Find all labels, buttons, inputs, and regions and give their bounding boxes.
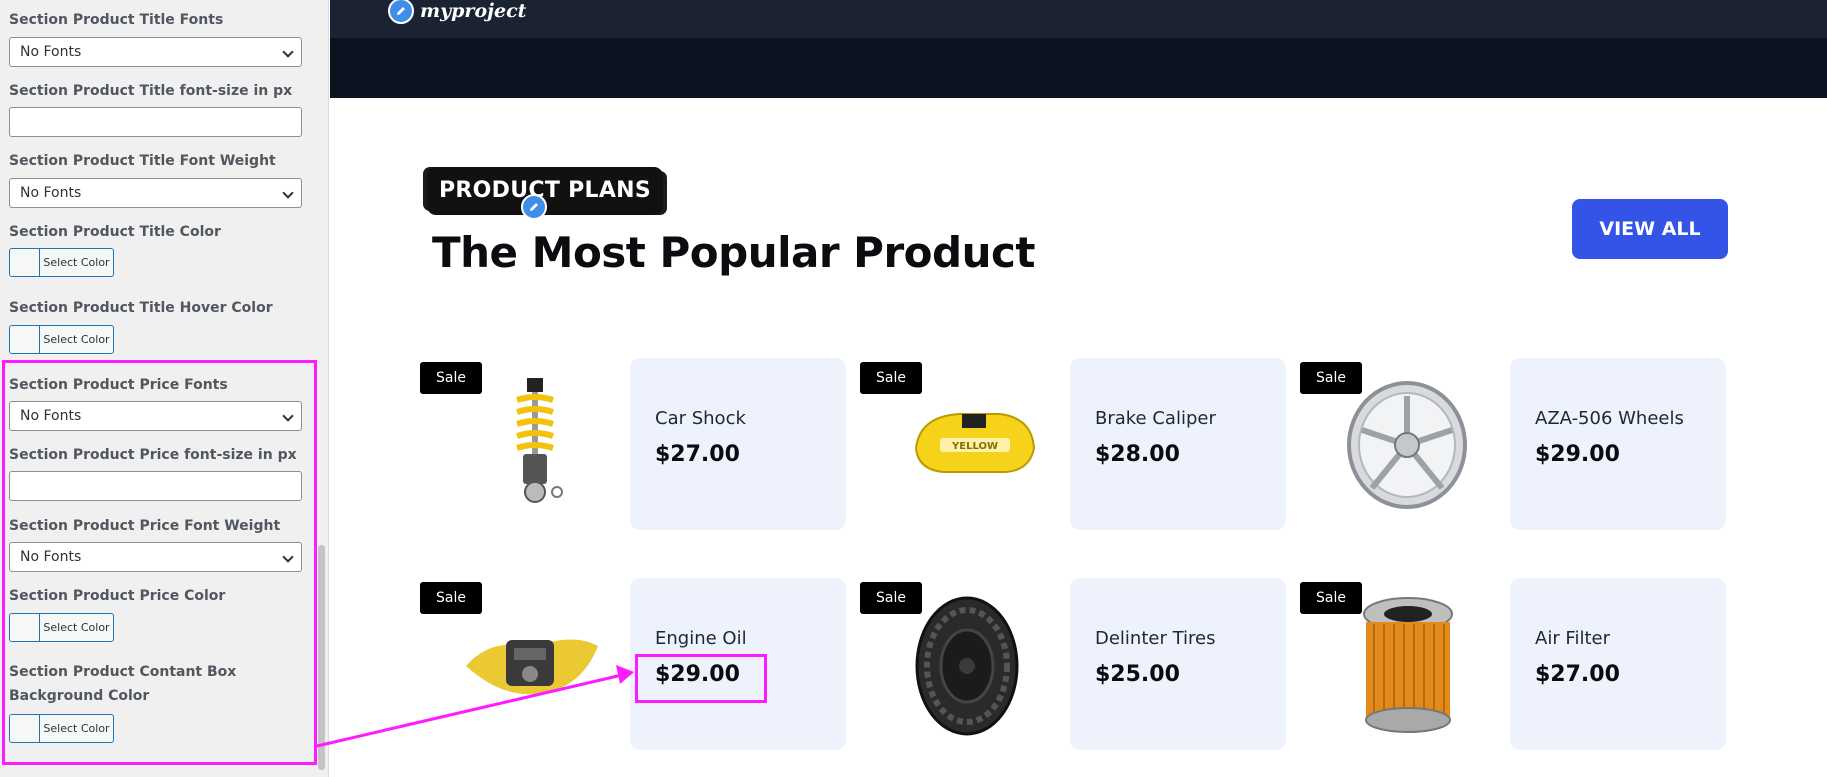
edit-pencil-icon[interactable]	[521, 194, 547, 220]
annotation-highlight-price	[635, 654, 767, 703]
product-name[interactable]: Air Filter	[1535, 628, 1610, 650]
product-info-box: Air Filter $27.00	[1510, 578, 1726, 750]
product-card[interactable]: Sale Air Filter $27.00	[1300, 578, 1732, 750]
sale-badge: Sale	[1300, 362, 1362, 394]
product-info-box: Car Shock $27.00	[630, 358, 846, 530]
product-card[interactable]: Sale Delinter Tires $25.00	[860, 578, 1292, 750]
site-preview: myproject PRODUCT PLANS The Most Popular…	[330, 0, 1827, 777]
title-color-label: Section Product Title Color	[9, 224, 221, 240]
sale-badge: Sale	[420, 362, 482, 394]
title-font-weight-value: No Fonts	[20, 185, 82, 201]
coilover-shock-icon	[516, 378, 563, 503]
sale-badge: Sale	[1300, 582, 1362, 614]
sale-badge: Sale	[860, 582, 922, 614]
color-swatch	[10, 326, 40, 353]
title-color-button[interactable]: Select Color	[9, 248, 114, 277]
sale-badge: Sale	[860, 362, 922, 394]
title-font-size-input[interactable]	[9, 107, 302, 137]
chevron-down-icon	[282, 187, 294, 199]
product-name[interactable]: Brake Caliper	[1095, 408, 1216, 430]
oil-filter-icon	[1363, 597, 1453, 733]
sale-badge: Sale	[420, 582, 482, 614]
product-name[interactable]: Engine Oil	[655, 628, 747, 650]
chrome-wheel-icon	[1347, 381, 1467, 509]
title-fonts-value: No Fonts	[20, 44, 82, 60]
product-price: $29.00	[1535, 442, 1620, 467]
brake-caliper-icon: YELLOW	[914, 413, 1036, 473]
title-hover-color-button[interactable]: Select Color	[9, 325, 114, 354]
site-header: myproject	[330, 0, 1827, 38]
title-font-weight-select[interactable]: No Fonts	[9, 178, 302, 208]
title-fonts-select[interactable]: No Fonts	[9, 37, 302, 67]
product-price: $27.00	[1535, 662, 1620, 687]
product-price: $28.00	[1095, 442, 1180, 467]
section-heading: The Most Popular Product	[432, 228, 1035, 277]
product-card[interactable]: Sale AZA-506 Wheels $29.00	[1300, 358, 1732, 530]
engine-oil-icon	[466, 639, 598, 695]
product-info-box: AZA-506 Wheels $29.00	[1510, 358, 1726, 530]
select-color-label: Select Color	[43, 333, 110, 346]
product-info-box: Brake Caliper $28.00	[1070, 358, 1286, 530]
product-name[interactable]: Car Shock	[655, 408, 746, 430]
view-all-button[interactable]: VIEW ALL	[1572, 199, 1728, 259]
select-color-label: Select Color	[43, 256, 110, 269]
svg-text:YELLOW: YELLOW	[951, 441, 998, 452]
title-font-weight-label: Section Product Title Font Weight	[9, 153, 276, 169]
product-price: $25.00	[1095, 662, 1180, 687]
product-card[interactable]: YELLOW Sale Brake Caliper $28.00	[860, 358, 1292, 530]
color-swatch	[10, 249, 40, 276]
product-price: $27.00	[655, 442, 740, 467]
title-font-size-label: Section Product Title font-size in px	[9, 83, 293, 99]
title-fonts-label: Section Product Title Fonts	[9, 12, 224, 28]
edit-pencil-icon[interactable]	[388, 0, 414, 24]
chevron-down-icon	[282, 46, 294, 58]
sidebar-scrollbar-thumb[interactable]	[318, 545, 325, 770]
offroad-tire-icon	[915, 596, 1019, 736]
site-logo[interactable]: myproject	[420, 0, 526, 22]
product-card[interactable]: Sale Car Shock $27.00	[420, 358, 852, 530]
product-name[interactable]: AZA-506 Wheels	[1535, 408, 1684, 430]
product-info-box: Delinter Tires $25.00	[1070, 578, 1286, 750]
annotation-highlight-panel	[2, 360, 317, 765]
product-name[interactable]: Delinter Tires	[1095, 628, 1216, 650]
title-hover-color-label: Section Product Title Hover Color	[9, 300, 273, 316]
site-nav-bar	[330, 38, 1827, 98]
